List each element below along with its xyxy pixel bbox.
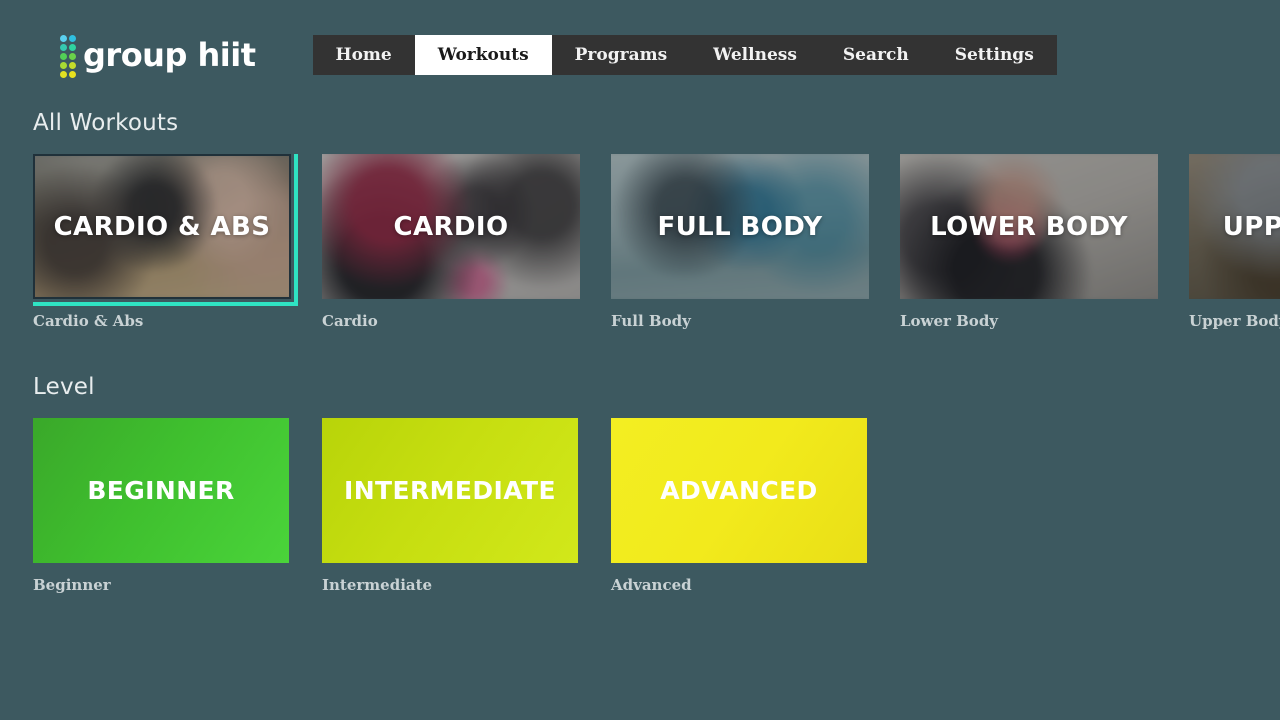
level-card-row[interactable]: BEGINNER Beginner INTERMEDIATE Intermediate…	[33, 418, 1280, 594]
section-level: Level BEGINNER Beginner INTERMEDIATE Interm…	[33, 374, 1280, 594]
card-caption: Lower Body	[900, 312, 999, 330]
page-content: All Workouts CARDIO & ABS Cardio & Abs CAR…	[0, 110, 1280, 594]
level-card[interactable]: ADVANCED Advanced	[611, 418, 869, 594]
tile-label: INTERMEDIATE	[344, 476, 556, 505]
nav-item-workouts[interactable]: Workouts	[414, 35, 552, 75]
level-tile: ADVANCED	[611, 418, 867, 563]
brand-dot-9	[69, 70, 76, 78]
workout-card[interactable]: UPPER BODY Upper Body	[1189, 154, 1280, 330]
tile-label: BEGINNER	[87, 476, 235, 505]
app-header: group hiit Home Workouts Programs Wellness S…	[0, 0, 1280, 110]
level-tile: BEGINNER	[33, 418, 289, 563]
nav-item-programs[interactable]: Programs	[552, 35, 691, 75]
brand-dot-1	[69, 34, 76, 42]
workout-thumbnail: UPPER BODY	[1189, 154, 1280, 299]
card-caption: Cardio	[322, 312, 378, 330]
card-caption: Upper Body	[1189, 312, 1280, 330]
nav-item-home[interactable]: Home	[313, 35, 415, 75]
tile-label: ADVANCED	[660, 476, 818, 505]
tile-label: LOWER BODY	[930, 211, 1128, 242]
section-title-all-workouts: All Workouts	[33, 110, 179, 136]
card-caption: Cardio & Abs	[33, 312, 144, 330]
brand-dot-5	[69, 52, 76, 60]
nav-item-settings[interactable]: Settings	[932, 35, 1057, 75]
workout-thumbnail: LOWER BODY	[900, 154, 1158, 299]
brand-dot-7	[69, 61, 76, 69]
brand-dot-3	[69, 43, 76, 51]
workout-thumbnail: CARDIO & ABS	[33, 154, 298, 306]
brand-dot-2	[60, 43, 67, 51]
brand-dot-8	[60, 70, 67, 78]
card-caption: Full Body	[611, 312, 691, 330]
nav-item-wellness[interactable]: Wellness	[690, 35, 820, 75]
tile-label: FULL BODY	[657, 211, 823, 242]
level-card[interactable]: BEGINNER Beginner	[33, 418, 291, 594]
section-all-workouts: All Workouts CARDIO & ABS Cardio & Abs CAR…	[33, 110, 1280, 330]
card-caption: Advanced	[611, 576, 692, 594]
card-caption: Intermediate	[322, 576, 433, 594]
workout-card-row[interactable]: CARDIO & ABS Cardio & Abs CARDIO Cardio FULL…	[33, 154, 1280, 330]
level-tile: INTERMEDIATE	[322, 418, 578, 563]
workout-thumbnail: CARDIO	[322, 154, 580, 299]
brand-dot-0	[60, 34, 67, 42]
workout-thumbnail: FULL BODY	[611, 154, 869, 299]
main-navigation: Home Workouts Programs Wellness Search Settin…	[312, 35, 1057, 75]
tile-label: UPPER BODY	[1222, 211, 1280, 242]
workout-card[interactable]: LOWER BODY Lower Body	[900, 154, 1158, 330]
brand-dots-icon	[60, 34, 76, 78]
nav-item-search[interactable]: Search	[820, 35, 932, 75]
tile-label: CARDIO	[393, 211, 509, 242]
tile-label: CARDIO & ABS	[53, 211, 271, 242]
brand-logo: group hiit	[60, 33, 256, 78]
workout-card[interactable]: FULL BODY Full Body	[611, 154, 869, 330]
level-card[interactable]: INTERMEDIATE Intermediate	[322, 418, 580, 594]
section-title-level: Level	[33, 374, 95, 400]
brand-name: group hiit	[83, 36, 256, 74]
card-caption: Beginner	[33, 576, 111, 594]
workout-card[interactable]: CARDIO Cardio	[322, 154, 580, 330]
brand-dot-4	[60, 52, 67, 60]
workout-card[interactable]: CARDIO & ABS Cardio & Abs	[33, 154, 298, 330]
brand-dot-6	[60, 61, 67, 69]
